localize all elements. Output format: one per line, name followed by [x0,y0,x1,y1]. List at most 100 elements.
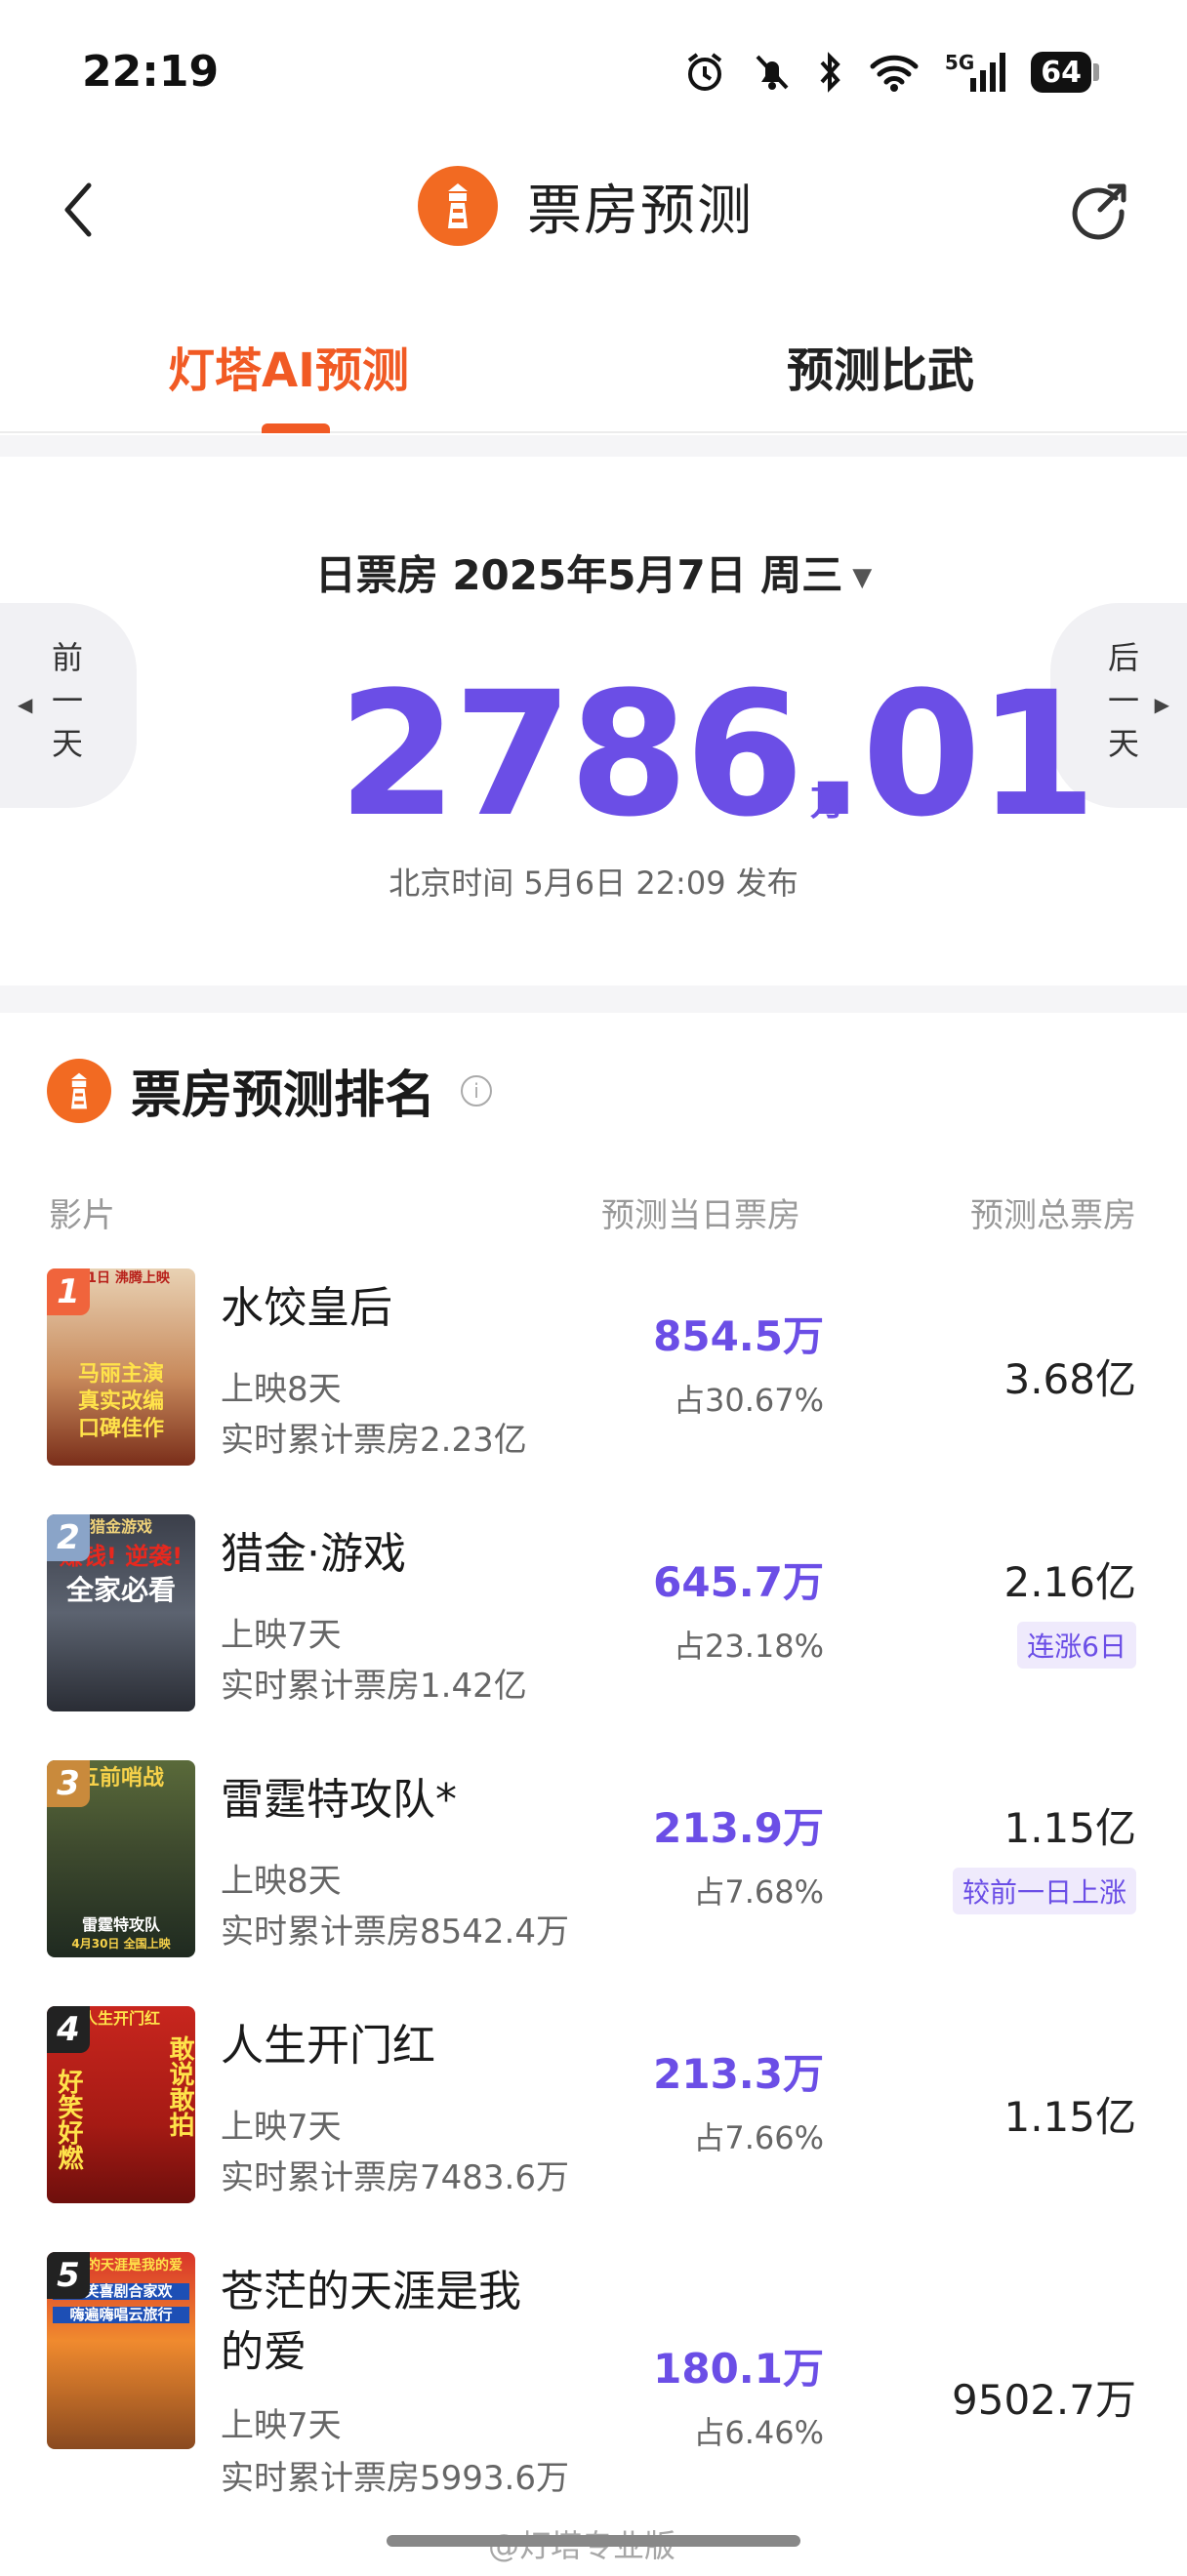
wifi-icon [869,49,920,96]
movie-release-days: 上映7天 [221,1616,342,1655]
trend-tag: 较前一日上涨 [952,1868,1136,1914]
rank-badge: 4 [47,2006,90,2053]
ranking-section: 票房预测排名 i 影片 预测当日票房 预测总票房 5.1日 沸腾上映 马丽主演 … [0,1013,1187,2576]
movie-cumulative-box-office: 实时累计票房8542.4万 [221,1912,569,1952]
movie-share: 占23.18% [673,1628,824,1665]
column-header-film: 影片 [49,1196,115,1235]
poster-tagline: 马丽主演 [77,1362,164,1387]
date-selector[interactable]: 日票房 2025年5月7日 周三 ▼ [0,543,1187,602]
movie-total-forecast: 3.68亿 [1003,1355,1136,1403]
movie-day-box-office: 645.7万 [653,1558,824,1606]
movie-share: 占6.46% [693,2414,824,2451]
movie-row[interactable]: 苍茫的天涯是我的爱 爆笑喜剧合家欢 嗨遍嗨唱云旅行 5 苍茫的天涯是我的爱 上映… [0,2252,1187,2545]
tab-forecast-contest[interactable]: 预测比武 [787,332,974,400]
movie-cumulative-box-office: 实时累计票房1.42亿 [221,1667,527,1706]
rank-badge: 1 [47,1268,90,1315]
section-divider [0,435,1187,457]
arrow-left-icon: ◀ [18,693,33,716]
previous-day-label: 前一天 [47,641,84,770]
movie-row[interactable]: 人生开门红 好笑好燃 敢说敢拍 4 人生开门红 上映7天 实时累计票房7483.… [0,2006,1187,2252]
movie-row[interactable]: 五前哨战 雷霆特攻队 4月30日 全国上映 3 雷霆特攻队* 上映8天 实时累计… [0,1760,1187,2006]
bluetooth-icon [818,49,843,96]
page-title: 票房预测 [527,179,754,243]
daily-box-office-unit: 万 [810,784,846,824]
dropdown-arrow-icon: ▼ [852,563,873,592]
rank-badge: 5 [47,2252,90,2299]
movie-title: 水饺皇后 [221,1283,392,1333]
lighthouse-logo-icon [418,166,498,246]
movie-title: 猎金·游戏 [221,1529,406,1579]
poster-tagline: 嗨遍嗨唱云旅行 [53,2306,189,2324]
rank-badge: 3 [47,1760,90,1807]
tab-bar: 灯塔AI预测 预测比武 [0,293,1187,433]
arrow-right-icon: ▶ [1154,693,1169,716]
date-label: 日票房 2025年5月7日 周三 [314,551,843,599]
movie-poster: 猎金游戏 赚钱! 逆袭! 全家必看 2 [47,1514,195,1711]
nav-title-group: 票房预测 [418,166,754,246]
status-time: 22:19 [82,47,220,97]
movie-release-days: 上映8天 [221,1370,342,1409]
network-type: 5G [944,51,975,74]
movie-total-forecast: 1.15亿 [1003,2093,1136,2141]
movie-cumulative-box-office: 实时累计票房2.23亿 [221,1421,527,1460]
movie-poster: 五前哨战 雷霆特攻队 4月30日 全国上映 3 [47,1760,195,1957]
movie-title: 雷霆特攻队* [221,1775,457,1825]
column-header-day-box-office: 预测当日票房 [601,1196,800,1235]
previous-day-button[interactable]: ◀ 前一天 [0,603,137,808]
movie-row[interactable]: 猎金游戏 赚钱! 逆袭! 全家必看 2 猎金·游戏 上映7天 实时累计票房1.4… [0,1514,1187,1760]
movie-cumulative-box-office: 实时累计票房7483.6万 [221,2158,569,2197]
movie-share: 占7.68% [693,1873,824,1911]
column-header-total-box-office: 预测总票房 [970,1196,1136,1235]
home-indicator[interactable] [387,2535,800,2547]
movie-total-forecast: 1.15亿 [1003,1804,1136,1852]
movie-release-days: 上映7天 [221,2406,342,2445]
poster-tagline: 口碑佳作 [77,1417,164,1441]
info-icon[interactable]: i [461,1074,493,1107]
poster-tagline: 敢说敢拍 [165,2035,194,2137]
signal-icon: 5G [944,49,1006,96]
tab-ai-forecast[interactable]: 灯塔AI预测 [168,332,409,400]
trend-tag: 连涨6日 [1017,1622,1136,1669]
active-tab-indicator [262,423,330,433]
movie-title: 人生开门红 [221,2021,435,2071]
movie-poster: 人生开门红 好笑好燃 敢说敢拍 4 [47,2006,195,2203]
poster-caption: 4月30日 全国上映 [71,1937,171,1951]
share-refresh-icon[interactable] [1064,176,1132,244]
next-day-label: 后一天 [1103,641,1140,770]
rank-badge: 2 [47,1514,90,1561]
movie-poster: 5.1日 沸腾上映 马丽主演 真实改编 口碑佳作 1 [47,1268,195,1466]
status-icons: 5G 64 [683,49,1099,96]
chevron-left-icon[interactable] [49,176,107,244]
lighthouse-logo-icon [47,1058,111,1123]
movie-poster: 苍茫的天涯是我的爱 爆笑喜剧合家欢 嗨遍嗨唱云旅行 5 [47,2252,195,2449]
movie-share: 占7.66% [693,2119,824,2156]
movie-day-box-office: 854.5万 [653,1312,824,1360]
movie-day-box-office: 180.1万 [653,2345,824,2393]
section-divider [0,986,1187,1013]
poster-tagline: 好笑好燃 [54,2069,83,2170]
movie-release-days: 上映8天 [221,1862,342,1901]
daily-box-office-value: 2786.01 [338,655,1097,855]
movie-row[interactable]: 5.1日 沸腾上映 马丽主演 真实改编 口碑佳作 1 水饺皇后 上映8天 实时累… [0,1268,1187,1514]
publish-time-note: 北京时间 5月6日 22:09 发布 [389,865,798,902]
poster-tagline: 真实改编 [77,1389,164,1414]
battery-level: 64 [1031,52,1091,93]
movie-release-days: 上映7天 [221,2108,342,2147]
alarm-icon [683,49,726,96]
nav-bar: 票房预测 [0,146,1187,273]
movie-day-box-office: 213.9万 [653,1804,824,1852]
status-bar: 22:19 5G 64 [0,0,1187,146]
movie-day-box-office: 213.3万 [653,2050,824,2098]
movie-share: 占30.67% [673,1382,824,1419]
daily-summary-card: 日票房 2025年5月7日 周三 ▼ ◀ 前一天 后一天 ▶ 2786.01 万 … [0,457,1187,984]
poster-tagline: 全家必看 [65,1574,176,1606]
battery-icon: 64 [1031,49,1099,96]
mute-icon [752,49,793,96]
movie-title: 苍茫的天涯是我的爱 [221,2267,521,2377]
ranking-header: 票房预测排名 i [47,1054,493,1127]
ranking-title: 票房预测排名 [131,1067,436,1125]
poster-tagline: 雷霆特攻队 [81,1915,160,1934]
movie-cumulative-box-office: 实时累计票房5993.6万 [221,2459,569,2498]
movie-total-forecast: 9502.7万 [952,2376,1136,2424]
movie-total-forecast: 2.16亿 [1003,1558,1136,1606]
